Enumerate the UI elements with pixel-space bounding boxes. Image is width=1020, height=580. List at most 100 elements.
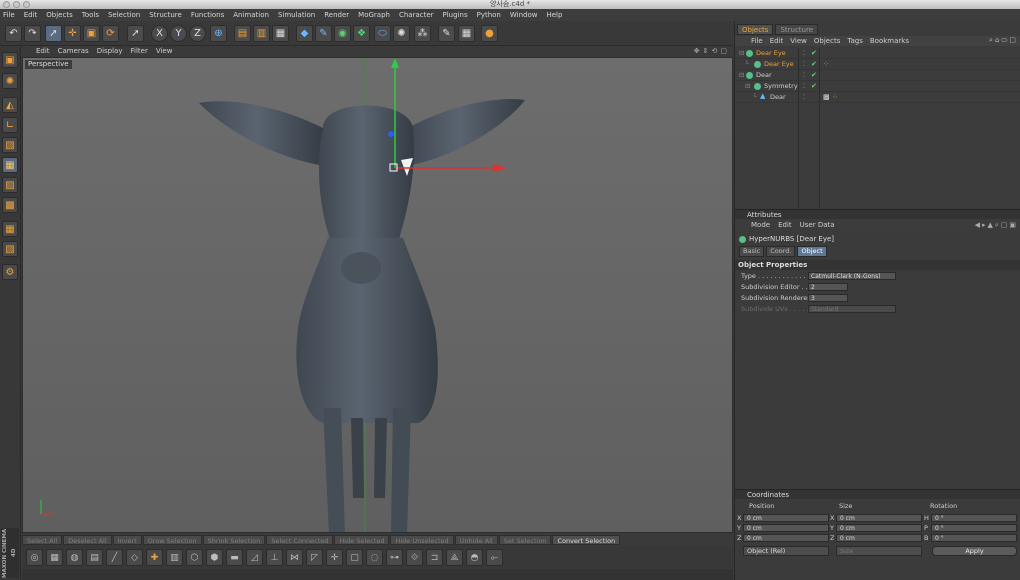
objects-menu-tags[interactable]: Tags bbox=[847, 37, 863, 45]
menu-tools[interactable]: Tools bbox=[82, 11, 99, 19]
make-editable-icon[interactable]: ▣ bbox=[2, 52, 18, 68]
extrude-inner-icon[interactable]: ⬢ bbox=[206, 549, 223, 566]
orbit-icon[interactable]: ⟲ bbox=[712, 47, 718, 55]
render-settings-icon[interactable]: ▦ bbox=[272, 25, 289, 42]
model-mode-icon[interactable]: ▨ bbox=[2, 177, 18, 193]
menu-character[interactable]: Character bbox=[399, 11, 434, 19]
move-icon[interactable]: ✛ bbox=[64, 25, 81, 42]
visibility-dots[interactable]: ⁚ bbox=[803, 81, 805, 92]
rot-b-input[interactable]: 0 ° bbox=[931, 534, 1017, 542]
visibility-dots[interactable]: ⁚ bbox=[803, 59, 805, 70]
menu-simulation[interactable]: Simulation bbox=[278, 11, 315, 19]
rot-h-input[interactable]: 0 ° bbox=[931, 514, 1017, 522]
line-cut-icon[interactable]: ◿ bbox=[246, 549, 263, 566]
object-manager-list[interactable]: ⊟ Dear Eye ⁚ ✔ └ Dear Eye ⁚ ✔ ⁘ ⊟ Dear ⁚… bbox=[735, 48, 1020, 208]
pos-y-input[interactable]: 0 cm bbox=[743, 524, 829, 532]
tab-structure[interactable]: Structure bbox=[775, 24, 819, 35]
gizmo-z-handle[interactable] bbox=[388, 131, 394, 137]
uv-mode-icon[interactable]: ▦ bbox=[2, 221, 18, 237]
menu-objects[interactable]: Objects bbox=[46, 11, 72, 19]
material-tag-icon[interactable]: ⁘ bbox=[832, 93, 838, 102]
perspective-viewport[interactable]: Perspective bbox=[22, 57, 733, 533]
subdivision-editor-input[interactable]: 2 bbox=[808, 283, 848, 291]
phong-tag-icon[interactable]: ▩ bbox=[823, 93, 830, 102]
size-x-input[interactable]: 0 cm bbox=[836, 514, 922, 522]
slide-icon[interactable]: ✛ bbox=[326, 549, 343, 566]
polygons-mode-icon[interactable]: ▦ bbox=[2, 157, 18, 173]
menu-window[interactable]: Window bbox=[510, 11, 538, 19]
render-picture-viewer-icon[interactable]: ▥ bbox=[253, 25, 270, 42]
triangulate-icon[interactable]: ◓ bbox=[466, 549, 483, 566]
set-selection-button[interactable]: Set Selection bbox=[498, 535, 552, 545]
knife-icon[interactable]: ▦ bbox=[46, 549, 63, 566]
menu-functions[interactable]: Functions bbox=[191, 11, 224, 19]
size-mode-dropdown[interactable]: Size bbox=[836, 546, 922, 556]
menu-edit[interactable]: Edit bbox=[24, 11, 38, 19]
menu-file[interactable]: File bbox=[3, 11, 15, 19]
pos-x-input[interactable]: 0 cm bbox=[743, 514, 829, 522]
tab-basic[interactable]: Basic bbox=[739, 246, 765, 257]
last-tool-icon[interactable]: ➚ bbox=[127, 25, 144, 42]
objects-menu-bookmarks[interactable]: Bookmarks bbox=[870, 37, 909, 45]
object-row[interactable]: ⊟ Dear Eye ⁚ ✔ bbox=[735, 48, 1020, 59]
pos-z-input[interactable]: 0 cm bbox=[743, 534, 829, 542]
normal-move-icon[interactable]: ◸ bbox=[306, 549, 323, 566]
scene-icon[interactable]: ✺ bbox=[393, 25, 410, 42]
viewport-menu-cameras[interactable]: Cameras bbox=[58, 47, 89, 55]
tab-objects[interactable]: Objects bbox=[737, 24, 774, 35]
scale-icon[interactable]: ▣ bbox=[83, 25, 100, 42]
pan-icon[interactable]: ✥ bbox=[694, 47, 700, 55]
menu-mograph[interactable]: MoGraph bbox=[358, 11, 390, 19]
column-divider[interactable] bbox=[819, 48, 820, 208]
render-view-icon[interactable]: ▤ bbox=[234, 25, 251, 42]
bridge-icon[interactable]: ◇ bbox=[126, 549, 143, 566]
coordinate-mode-dropdown[interactable]: Object (Rel) bbox=[743, 546, 829, 556]
subdivide-uvs-dropdown[interactable]: Standard bbox=[808, 305, 896, 313]
select-all-button[interactable]: Select All bbox=[22, 535, 63, 545]
object-row[interactable]: └ ▲ Dear ⁚ ▩ ⁘ bbox=[735, 92, 1020, 103]
tab-coord[interactable]: Coord. bbox=[766, 246, 796, 257]
points-mode-icon[interactable]: ∟ bbox=[2, 117, 18, 133]
redo-icon[interactable]: ↷ bbox=[24, 25, 41, 42]
objects-menu-file[interactable]: File bbox=[751, 37, 763, 45]
object-name[interactable]: Symmetry bbox=[764, 81, 798, 92]
dissolve-icon[interactable]: ⟜ bbox=[486, 549, 503, 566]
menu-structure[interactable]: Structure bbox=[149, 11, 182, 19]
create-point-icon[interactable]: ✚ bbox=[146, 549, 163, 566]
apply-button[interactable]: Apply bbox=[932, 546, 1017, 556]
size-y-input[interactable]: 0 cm bbox=[836, 524, 922, 532]
object-row[interactable]: └ Dear Eye ⁚ ✔ ⁘ bbox=[735, 59, 1020, 70]
smooth-shift-icon[interactable]: ▢ bbox=[346, 549, 363, 566]
iron-icon[interactable]: ▬ bbox=[226, 549, 243, 566]
object-name[interactable]: Dear Eye bbox=[764, 59, 794, 70]
python-icon[interactable]: ● bbox=[481, 25, 498, 42]
enabled-checkmark[interactable]: ✔ bbox=[811, 70, 817, 81]
viewport-menu-filter[interactable]: Filter bbox=[131, 47, 148, 55]
objects-menu-view[interactable]: View bbox=[790, 37, 807, 45]
menu-selection[interactable]: Selection bbox=[108, 11, 140, 19]
undo-icon[interactable]: ↶ bbox=[5, 25, 22, 42]
zoom-icon[interactable]: ⇕ bbox=[703, 47, 709, 55]
attributes-nav-icons[interactable]: ◀▸▲⌕▢▣ bbox=[975, 221, 1018, 230]
z-axis-lock-icon[interactable]: Z bbox=[189, 25, 206, 42]
coordinate-system-icon[interactable]: ⊕ bbox=[210, 25, 227, 42]
object-row[interactable]: ⊟ Dear ⁚ ✔ bbox=[735, 70, 1020, 81]
grow-selection-button[interactable]: Grow Selection bbox=[142, 535, 202, 545]
objects-search-home-icons[interactable]: ⌕⌂⬭▢ bbox=[989, 36, 1018, 45]
menu-animation[interactable]: Animation bbox=[233, 11, 269, 19]
select-connected-button[interactable]: Select Connected bbox=[266, 535, 334, 545]
camera-icon[interactable]: ✎ bbox=[438, 25, 455, 42]
loop-selection-icon[interactable]: ⊥ bbox=[266, 549, 283, 566]
viewport-camera-label[interactable]: Perspective bbox=[25, 60, 72, 69]
viewport-menu-edit[interactable]: Edit bbox=[36, 47, 50, 55]
object-name[interactable]: Dear Eye bbox=[756, 48, 786, 59]
unhide-all-button[interactable]: Unhide All bbox=[454, 535, 498, 545]
enabled-checkmark[interactable]: ✔ bbox=[811, 59, 817, 70]
attributes-menu-user-data[interactable]: User Data bbox=[800, 221, 835, 229]
visibility-dots[interactable]: ⁚ bbox=[803, 70, 805, 81]
weld-icon[interactable]: ⊶ bbox=[386, 549, 403, 566]
enabled-checkmark[interactable]: ✔ bbox=[811, 81, 817, 92]
invert-selection-button[interactable]: Invert bbox=[112, 535, 142, 545]
animation-mode-icon[interactable]: ▩ bbox=[2, 197, 18, 213]
light-icon[interactable]: ▦ bbox=[458, 25, 475, 42]
